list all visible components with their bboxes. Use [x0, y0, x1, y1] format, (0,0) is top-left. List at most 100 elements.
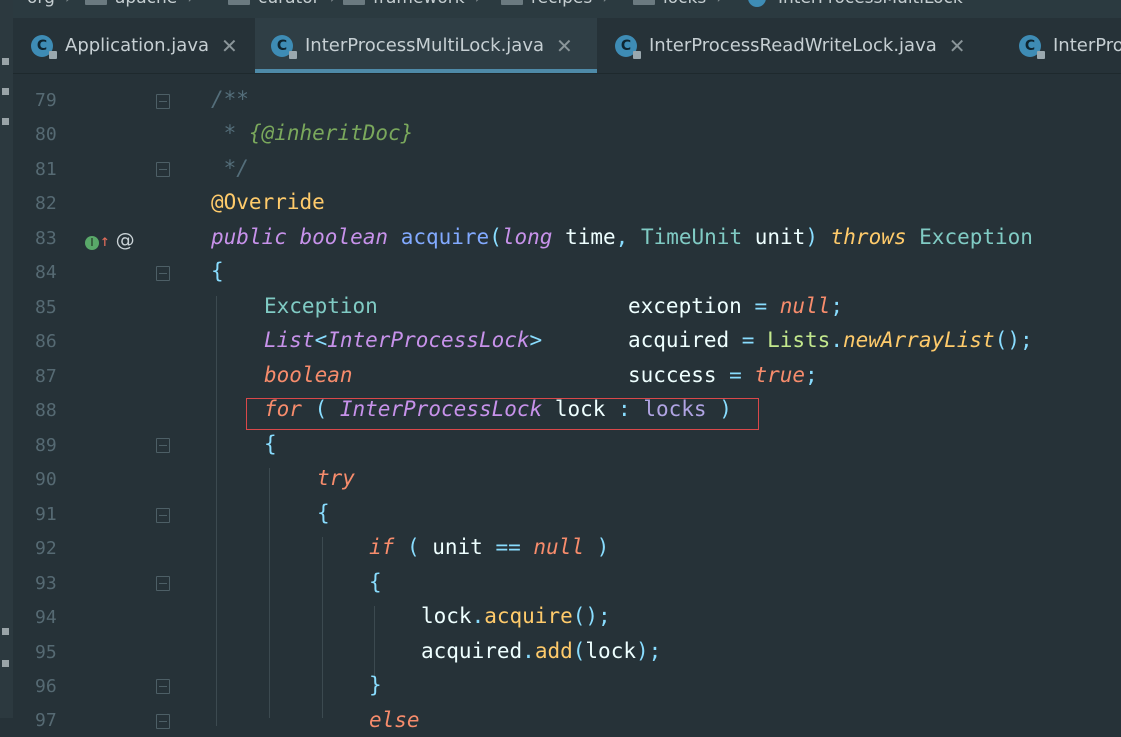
code-line-84[interactable]: {: [211, 254, 224, 288]
punctuation-token: .: [830, 328, 843, 352]
class-token: Lists: [767, 328, 831, 352]
breadcrumb-item[interactable]: org›: [27, 0, 72, 8]
java-class-icon: C: [271, 34, 297, 59]
type-token: InterProcessLock: [327, 328, 530, 352]
lock-icon: [633, 50, 641, 59]
editor-tab-bar: C Application.java ✕ C InterProcessMulti…: [13, 18, 1121, 74]
highlight-box: [246, 398, 759, 430]
brace-token: {: [317, 501, 330, 525]
close-icon[interactable]: ✕: [556, 34, 573, 58]
tab-interprocessreadwritelock-java[interactable]: C InterProcessReadWriteLock.java ✕: [597, 18, 1001, 73]
close-icon[interactable]: ✕: [949, 34, 966, 58]
punctuation-token: .: [471, 604, 485, 628]
lock-icon: [1037, 50, 1045, 59]
type-token: TimeUnit: [640, 225, 743, 249]
brace-token: {: [211, 259, 224, 283]
brace-token: {: [369, 570, 382, 594]
java-class-icon: C: [1019, 34, 1045, 59]
breadcrumb-item[interactable]: InterProcessMultiLock: [748, 0, 963, 8]
code-line-80[interactable]: * {@inheritDoc}: [211, 116, 414, 150]
brace-token: {: [264, 432, 277, 456]
type-token: Exception: [264, 294, 378, 318]
variable-token: lock: [421, 604, 472, 628]
code-line-82[interactable]: @Override: [211, 185, 325, 219]
code-line-95[interactable]: acquired.add(lock);: [421, 634, 661, 668]
code-line-93[interactable]: {: [369, 565, 382, 599]
operator-token: =: [716, 363, 755, 387]
code-line-85-decl[interactable]: exception = null;: [628, 289, 843, 323]
literal-token: null: [533, 535, 584, 559]
code-line-90[interactable]: try: [317, 461, 355, 495]
method-name-token: acquire: [400, 225, 490, 249]
code-line-85[interactable]: Exception: [264, 289, 378, 323]
class-icon: [748, 0, 766, 7]
code-line-87-decl[interactable]: success = true;: [628, 358, 818, 392]
punctuation-token: (: [394, 535, 433, 559]
punctuation-token: .: [522, 639, 535, 663]
variable-token: success: [628, 363, 717, 387]
keyword-token: throws: [830, 225, 907, 249]
keyword-token: boolean: [299, 225, 389, 249]
punctuation-token: );: [635, 639, 662, 663]
operator-token: ==: [482, 535, 534, 559]
tab-label: InterPro: [1053, 35, 1121, 56]
folder-icon: [501, 0, 523, 5]
breadcrumb-item[interactable]: framework›: [343, 0, 481, 8]
tab-label: Application.java: [65, 35, 210, 56]
breadcrumb-item[interactable]: curator›: [228, 0, 336, 8]
brace-token: }: [369, 673, 382, 697]
punctuation-token: ;: [830, 294, 843, 318]
punctuation-token: ,: [615, 225, 641, 249]
code-line-79[interactable]: /**: [211, 82, 249, 116]
code-line-91[interactable]: {: [317, 496, 330, 530]
keyword-token: try: [317, 466, 355, 490]
code-line-83[interactable]: public boolean acquire(long time, TimeUn…: [211, 220, 1033, 254]
punctuation-token: ();: [994, 328, 1033, 352]
indent-guide: [322, 537, 323, 718]
folder-icon: [633, 0, 655, 5]
code-line-97[interactable]: else: [369, 703, 420, 737]
comment-token: */: [211, 156, 249, 180]
structure-icon[interactable]: [2, 58, 9, 65]
code-line-86-decl[interactable]: acquired = Lists.newArrayList();: [628, 323, 1033, 357]
tab-interprocessmultilock-java[interactable]: C InterProcessMultiLock.java ✕: [255, 18, 597, 73]
keyword-token: if: [369, 535, 395, 559]
variable-token: unit: [432, 535, 483, 559]
type-token: List: [264, 328, 315, 352]
java-class-icon: C: [615, 34, 641, 59]
code-line-81[interactable]: */: [211, 151, 249, 185]
param-token: unit: [742, 225, 806, 249]
tab-interpro[interactable]: C InterPro: [1001, 18, 1121, 73]
breadcrumb: org› apache› curator› framework› recipes…: [13, 0, 1121, 18]
breadcrumb-item[interactable]: locks›: [633, 0, 723, 8]
code-line-94[interactable]: lock.acquire();: [421, 599, 611, 633]
variable-token: acquired: [421, 639, 523, 663]
folder-icon: [228, 0, 250, 5]
close-icon[interactable]: ✕: [221, 34, 238, 58]
code-line-86[interactable]: List<InterProcessLock>: [264, 323, 542, 357]
breadcrumb-item[interactable]: recipes›: [501, 0, 609, 8]
doc-tag-token: {@inheritDoc}: [248, 121, 414, 145]
variable-token: exception: [628, 294, 742, 318]
punctuation-token: ();: [572, 604, 611, 628]
code-line-87[interactable]: boolean: [264, 358, 353, 392]
punctuation-token: <: [314, 328, 328, 352]
indent-guide: [269, 468, 270, 718]
punctuation-token: >: [529, 328, 543, 352]
operator-token: =: [729, 328, 768, 352]
lock-icon: [289, 50, 297, 59]
code-line-89[interactable]: {: [264, 427, 277, 461]
tab-application-java[interactable]: C Application.java ✕: [13, 18, 255, 73]
param-token: time: [552, 225, 616, 249]
code-line-92[interactable]: if ( unit == null ): [369, 530, 609, 564]
punctuation-token: ): [805, 225, 818, 249]
punctuation-token: ;: [805, 363, 818, 387]
comment-token: /**: [211, 87, 249, 111]
punctuation-token: (: [489, 225, 502, 249]
code-line-96[interactable]: }: [369, 668, 382, 702]
literal-token: true: [754, 363, 806, 387]
java-class-icon: C: [31, 34, 57, 59]
method-call-token: add: [534, 639, 573, 663]
breadcrumb-item[interactable]: apache›: [85, 0, 194, 8]
code-editor[interactable]: /** * {@inheritDoc} */ @Override public …: [0, 74, 1121, 732]
